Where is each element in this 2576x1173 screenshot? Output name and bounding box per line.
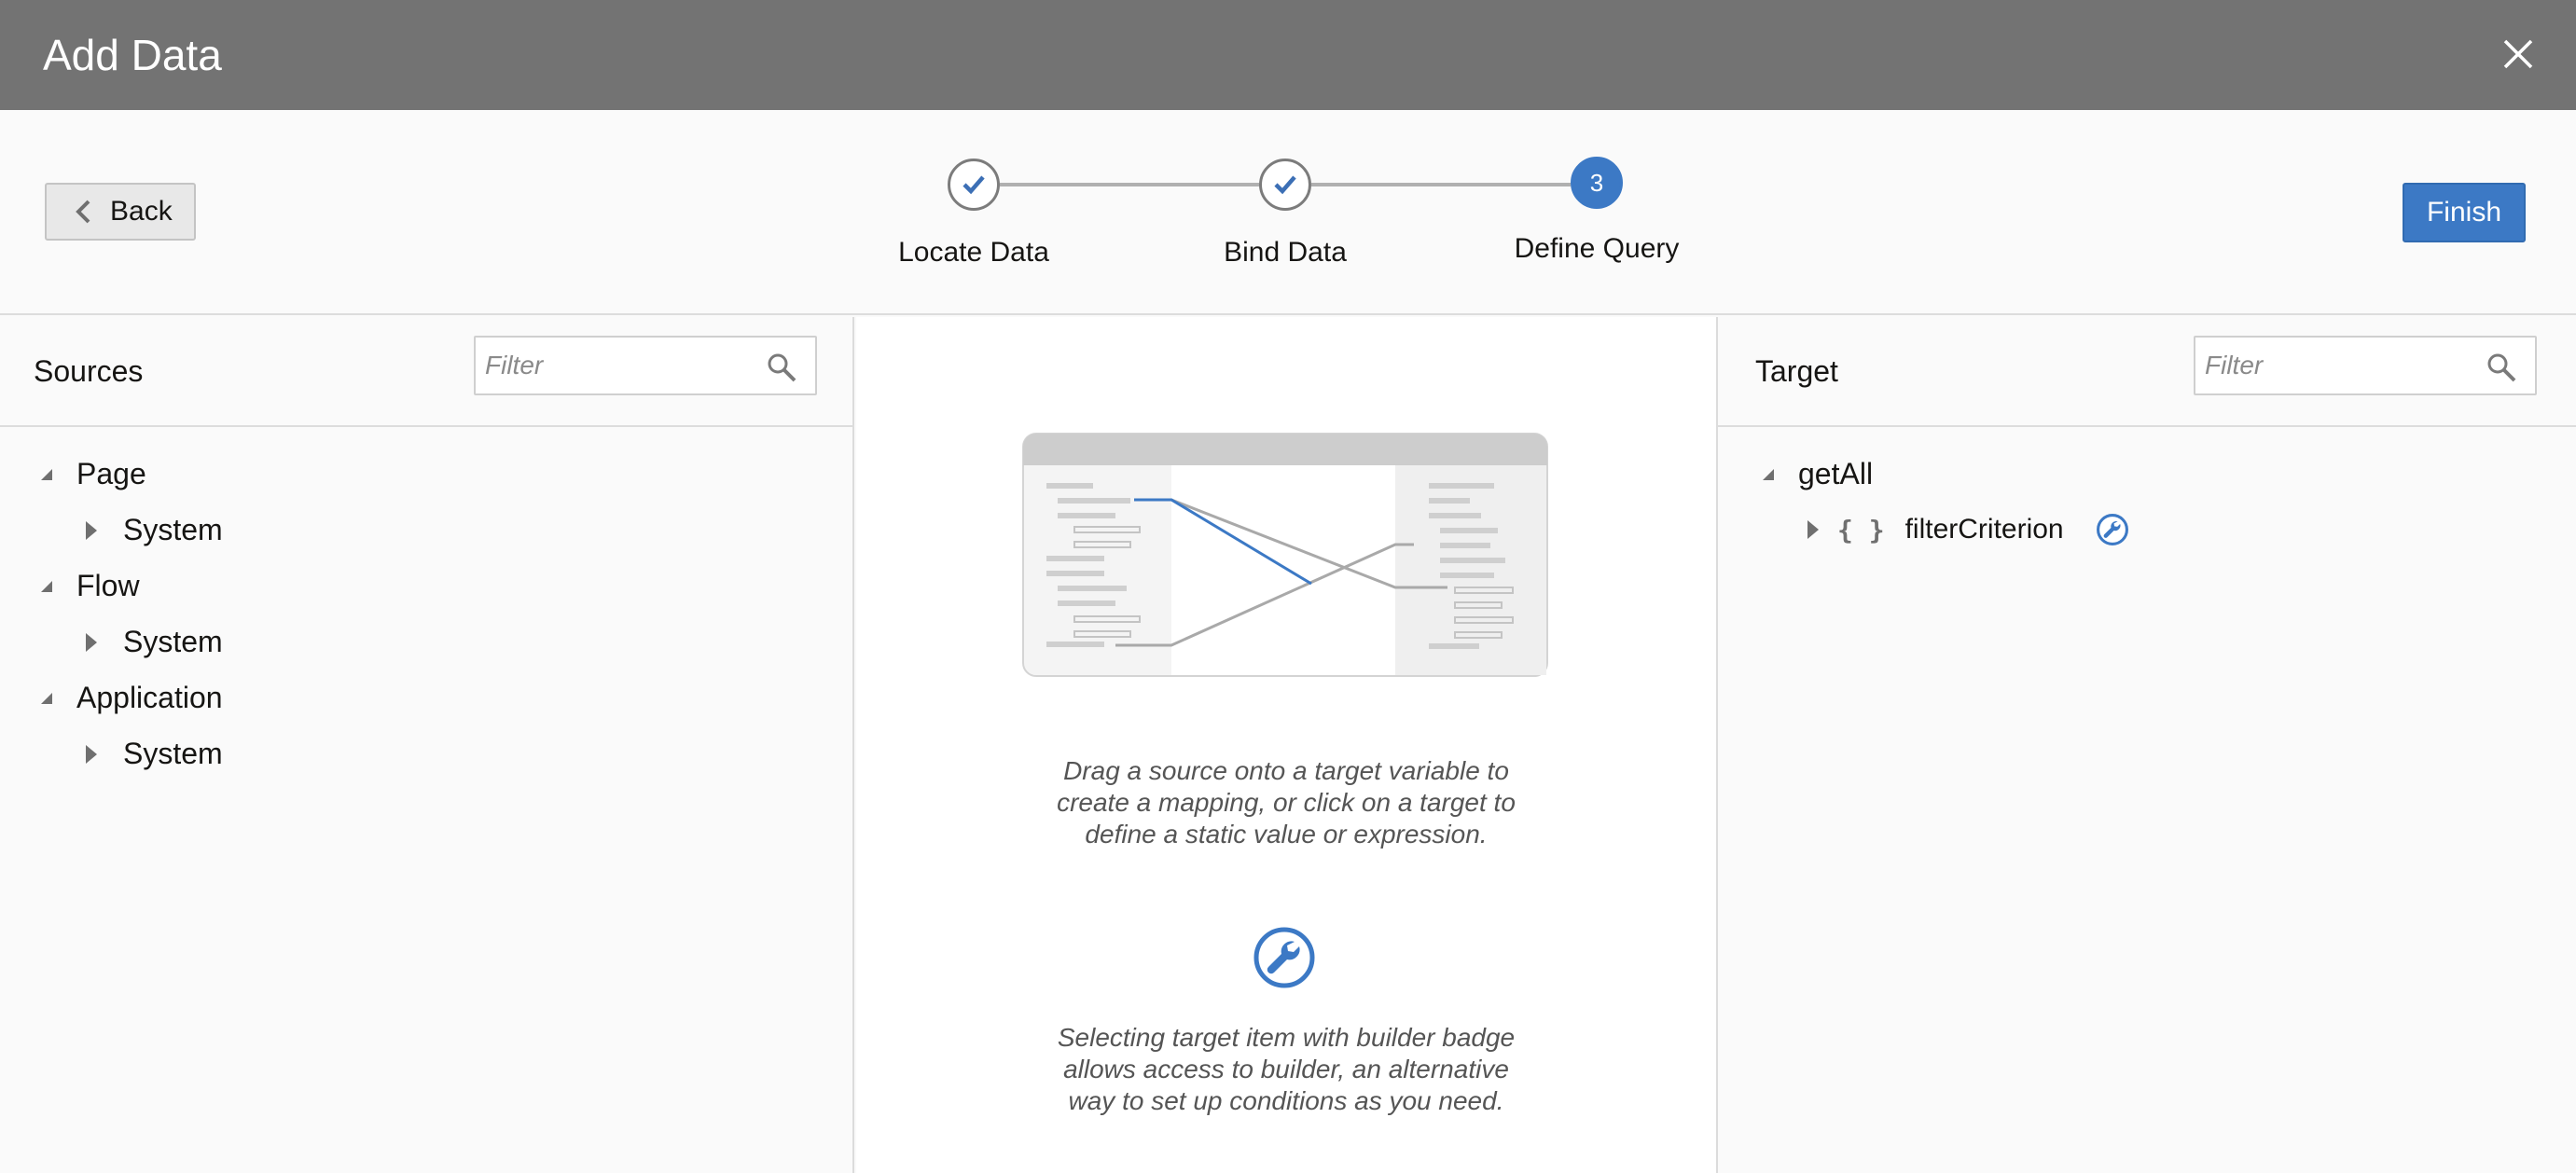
- expand-triangle-icon[interactable]: [86, 744, 97, 764]
- tree-node-filtercriterion[interactable]: { } filterCriterion: [1807, 513, 2129, 546]
- builder-badge-icon[interactable]: [2096, 513, 2129, 546]
- train-step-bind-data[interactable]: [1259, 159, 1311, 211]
- mapping-illustration: [1022, 433, 1548, 677]
- builder-hint-line: way to set up conditions as you need.: [1068, 1086, 1504, 1115]
- target-filter[interactable]: [2194, 336, 2537, 395]
- tree-node-flow[interactable]: Flow: [37, 569, 140, 603]
- dialog-title: Add Data: [43, 31, 222, 79]
- check-icon: [1274, 175, 1296, 195]
- tree-node-label: System: [123, 513, 223, 546]
- mapping-hint-text: Drag a source onto a target variable to …: [856, 755, 1716, 850]
- expand-triangle-icon[interactable]: [86, 520, 97, 540]
- train-connector: [1311, 183, 1571, 186]
- check-icon: [963, 175, 985, 195]
- close-icon[interactable]: [2494, 30, 2542, 78]
- expand-triangle-icon[interactable]: [86, 632, 97, 652]
- tree-node-label: getAll: [1798, 457, 1874, 490]
- builder-hint-line: Selecting target item with builder badge: [1057, 1023, 1516, 1052]
- sources-panel: Sources Page System Flow System Applicat…: [0, 317, 854, 1173]
- train-step-label: Locate Data: [898, 237, 1049, 268]
- collapse-triangle-icon[interactable]: [37, 465, 56, 484]
- tree-node-label: Page: [76, 457, 146, 490]
- mapping-hint-line: define a static value or expression.: [1085, 820, 1488, 849]
- tree-node-system[interactable]: System: [86, 513, 223, 547]
- expand-triangle-icon[interactable]: [1807, 520, 1819, 539]
- train-step-define-query[interactable]: 3: [1571, 157, 1623, 209]
- tree-node-label: Application: [76, 681, 223, 714]
- builder-hint-line: allows access to builder, an alternative: [1063, 1055, 1509, 1083]
- tree-node-label: Flow: [76, 569, 140, 602]
- target-header: Target: [1718, 317, 2576, 427]
- train-step-label: Define Query: [1514, 233, 1680, 264]
- builder-hint-text: Selecting target item with builder badge…: [856, 1022, 1716, 1117]
- dialog-titlebar: Add Data: [0, 0, 2576, 110]
- target-title: Target: [1755, 354, 1838, 388]
- wizard-toolbar: Back Locate Data Bind Data 3 Define Quer…: [0, 110, 2576, 315]
- train-step-locate-data[interactable]: [948, 159, 1000, 211]
- train-step-number: 3: [1589, 168, 1604, 197]
- tree-node-application[interactable]: Application: [37, 681, 223, 715]
- sources-title: Sources: [34, 354, 144, 388]
- train-step-label: Bind Data: [1224, 237, 1347, 268]
- tree-node-page[interactable]: Page: [37, 457, 146, 491]
- train-connector: [1000, 183, 1259, 186]
- collapse-triangle-icon[interactable]: [37, 577, 56, 596]
- collapse-triangle-icon[interactable]: [1759, 465, 1778, 484]
- tree-node-label: System: [123, 625, 223, 658]
- collapse-triangle-icon[interactable]: [37, 689, 56, 708]
- target-filter-input[interactable]: [2205, 347, 2466, 384]
- target-panel: Target getAll { } filterCriterion: [1716, 317, 2576, 1173]
- object-type-icon: { }: [1837, 514, 1885, 545]
- wizard-train: Locate Data Bind Data 3 Define Query: [0, 110, 2576, 315]
- sources-filter-input[interactable]: [485, 347, 746, 384]
- tree-node-getall[interactable]: getAll: [1759, 457, 1873, 491]
- mapping-help-panel: Drag a source onto a target variable to …: [856, 317, 1716, 1173]
- sources-filter[interactable]: [474, 336, 817, 395]
- tree-node-system[interactable]: System: [86, 737, 223, 771]
- tree-node-label: System: [123, 737, 223, 770]
- search-icon[interactable]: [2485, 351, 2518, 384]
- tree-node-system[interactable]: System: [86, 625, 223, 659]
- mapping-hint-line: Drag a source onto a target variable to: [1063, 756, 1509, 785]
- builder-badge-icon: [1253, 927, 1315, 988]
- tree-node-label: filterCriterion: [1904, 514, 2064, 545]
- finish-button[interactable]: Finish: [2403, 183, 2526, 242]
- mapping-hint-line: create a mapping, or click on a target t…: [1057, 788, 1516, 817]
- sources-header: Sources: [0, 317, 852, 427]
- search-icon[interactable]: [765, 351, 798, 384]
